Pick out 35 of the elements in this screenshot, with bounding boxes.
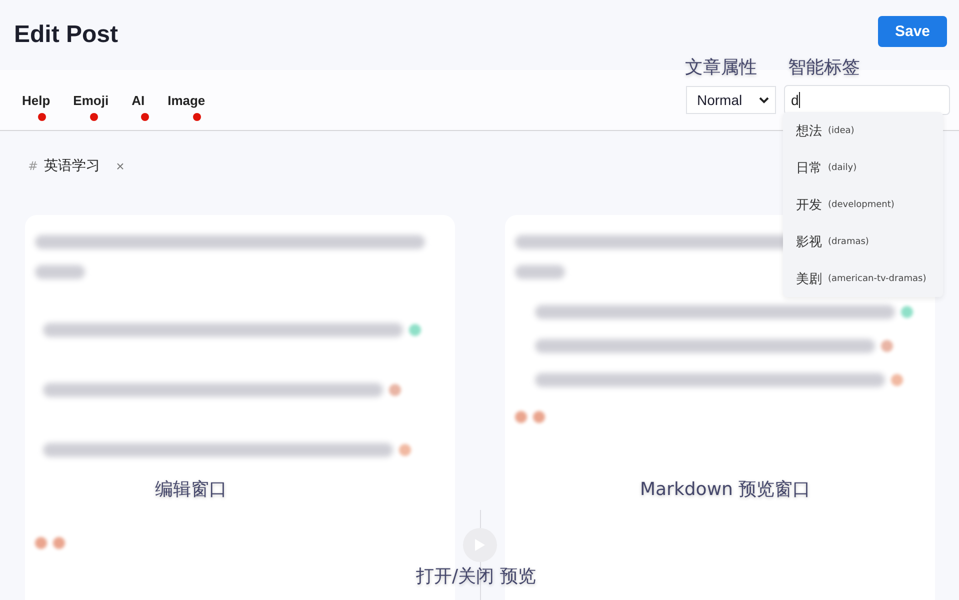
annotation-label: 打开/关闭 预览 bbox=[416, 565, 536, 588]
annotation-label: 文章属性 bbox=[685, 56, 757, 79]
save-button[interactable]: Save bbox=[878, 16, 947, 46]
emoji-icon bbox=[35, 537, 47, 549]
emoji-icon bbox=[901, 306, 913, 318]
emoji-icon bbox=[409, 324, 421, 336]
toolbar-button[interactable]: Image bbox=[168, 92, 206, 108]
suggestion-item[interactable]: 开发 (development) bbox=[783, 186, 943, 223]
toolbar-button[interactable]: Emoji bbox=[73, 92, 109, 108]
suggestion-item[interactable]: 日常 (daily) bbox=[783, 149, 943, 186]
emoji-icon bbox=[515, 411, 527, 423]
blurred-text-drawing bbox=[515, 265, 565, 279]
annotation-label: 智能标签 bbox=[788, 56, 860, 79]
toolbar-button[interactable]: Help bbox=[22, 92, 50, 108]
suggestion-item[interactable]: 影视 (dramas) bbox=[783, 223, 943, 260]
annotation-label: Markdown 预览窗口 bbox=[640, 478, 811, 501]
toolbar-button[interactable]: AI bbox=[132, 92, 145, 108]
emoji-icon bbox=[891, 374, 903, 386]
emoji-icon bbox=[533, 411, 545, 423]
suggestion-item[interactable]: 想法 (idea) bbox=[783, 112, 943, 149]
blurred-text-drawing bbox=[35, 265, 85, 279]
hash-symbol: # bbox=[28, 159, 38, 173]
suggestion-item[interactable]: 美剧 (american-tv-dramas) bbox=[783, 260, 943, 297]
page-title: Edit Post bbox=[14, 21, 118, 49]
emoji-icon bbox=[53, 537, 65, 549]
play-button[interactable] bbox=[463, 528, 497, 562]
emoji-icon bbox=[399, 444, 411, 456]
emoji-icon bbox=[881, 340, 893, 352]
tag-label: 英语学习 bbox=[44, 157, 100, 175]
remove-tag-button[interactable]: × bbox=[116, 158, 124, 174]
annotation-label: 编辑窗口 bbox=[155, 478, 227, 501]
chevron-down-icon bbox=[759, 96, 769, 104]
tag-input-field[interactable]: d bbox=[784, 85, 950, 115]
emoji-icon bbox=[389, 384, 401, 396]
post-type-select[interactable]: Normal bbox=[686, 86, 776, 114]
